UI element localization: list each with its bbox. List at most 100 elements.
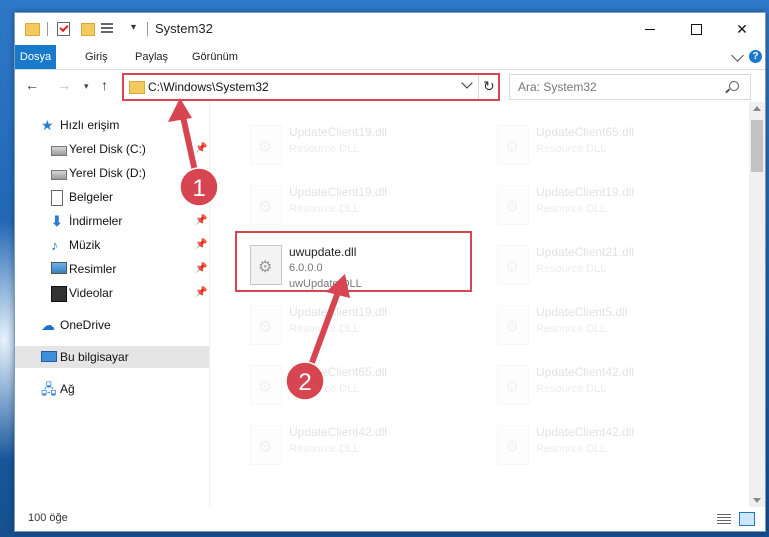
navigation-pane: ★ Hızlı erişim Yerel Disk (C:) 📌 Yerel D… [15,102,210,507]
file-item-uwupdate[interactable]: uwupdate.dll 6.0.0.0 uwUpdate DLL [240,240,480,292]
nav-item-music[interactable]: ♪ Müzik 📌 [15,234,209,256]
dll-file-icon [250,305,282,345]
nav-label: İndirmeler [69,214,123,228]
scrollbar-thumb[interactable] [751,120,763,172]
file-item[interactable]: UpdateClient19.dll Resource DLL [487,180,727,232]
nav-item-videos[interactable]: Videolar 📌 [15,282,209,304]
nav-item-documents[interactable]: Belgeler 📌 [15,186,209,208]
back-arrow-icon[interactable]: ← [25,77,39,93]
file-description: Resource DLL [536,443,607,455]
file-item[interactable]: UpdateClient65.dll Resource DLL [240,360,480,412]
file-item[interactable]: UpdateClient19.dll Resource DLL [240,120,480,172]
file-name: UpdateClient42.dll [536,365,635,379]
address-divider [478,75,479,99]
recent-locations-chevron-icon[interactable]: ▾ [84,81,89,92]
refresh-icon[interactable]: ↻ [483,78,495,95]
tab-share[interactable]: Paylaş [127,45,176,69]
forward-arrow-icon[interactable]: → [57,77,71,93]
tab-home[interactable]: Giriş [77,45,116,69]
pin-icon: 📌 [195,263,208,274]
dll-file-icon [497,185,529,225]
tab-file[interactable]: Dosya [15,45,56,69]
computer-icon [41,351,57,362]
minimize-button[interactable] [627,13,673,45]
file-item[interactable]: UpdateClient19.dll Resource DLL [240,180,480,232]
search-input[interactable]: Ara: System32 [509,74,751,100]
scroll-down-arrow-icon[interactable] [753,498,761,503]
dll-file-icon [250,245,282,285]
nav-item-drive-c[interactable]: Yerel Disk (C:) 📌 [15,138,209,160]
file-item[interactable]: UpdateClient42.dll Resource DLL [240,420,480,472]
nav-quick-access[interactable]: ★ Hızlı erişim [15,114,209,136]
file-description: Resource DLL [536,323,607,335]
dll-file-icon [497,305,529,345]
videos-icon [51,286,67,302]
file-description: Resource DLL [289,383,360,395]
file-description: Resource DLL [289,323,360,335]
file-description: Resource DLL [289,143,360,155]
nav-item-pictures[interactable]: Resimler 📌 [15,258,209,280]
nav-item-network[interactable]: 🖧 Ağ [15,378,209,400]
file-name: UpdateClient19.dll [289,125,388,139]
file-name: uwupdate.dll [289,245,357,259]
search-icon[interactable] [729,81,739,91]
file-name: UpdateClient65.dll [289,365,388,379]
details-view-icon[interactable] [717,514,731,524]
expand-ribbon-chevron-icon[interactable] [731,49,744,62]
pin-icon: 📌 [195,143,208,154]
nav-item-downloads[interactable]: ⬇ İndirmeler 📌 [15,210,209,232]
nav-item-drive-d[interactable]: Yerel Disk (D:) [15,162,209,184]
pin-icon: 📌 [195,287,208,298]
file-explorer-window: ▾ System32 ✕ Dosya Giriş Paylaş Görünüm … [14,12,766,532]
folder-icon [129,81,145,94]
tab-view[interactable]: Görünüm [184,45,246,69]
file-item[interactable]: UpdateClient65.dll Resource DLL [487,120,727,172]
file-description: Resource DLL [536,143,607,155]
file-description: Resource DLL [289,203,360,215]
nav-item-this-pc[interactable]: Bu bilgisayar [15,346,209,368]
file-item[interactable]: UpdateClient42.dll Resource DLL [487,360,727,412]
file-description: Resource DLL [289,443,360,455]
file-name: UpdateClient21.dll [536,245,635,259]
file-name: UpdateClient65.dll [536,125,635,139]
window-title: System32 [155,21,213,36]
file-description: Resource DLL [536,383,607,395]
maximize-button[interactable] [673,13,719,45]
downloads-icon: ⬇ [51,213,63,229]
search-placeholder: Ara: System32 [518,80,597,94]
file-name: UpdateClient42.dll [289,425,388,439]
address-path[interactable]: C:\Windows\System32 [148,80,269,94]
file-item[interactable]: UpdateClient5.dll Resource DLL [487,300,727,352]
close-button[interactable]: ✕ [719,13,765,45]
file-description: Resource DLL [536,203,607,215]
folder-icon[interactable] [25,23,40,36]
nav-label: OneDrive [60,318,111,332]
address-bar[interactable]: C:\Windows\System32 ↻ [122,74,500,100]
nav-item-onedrive[interactable]: ☁ OneDrive [15,314,209,336]
pictures-icon [51,262,67,274]
properties-check-icon[interactable] [57,22,70,36]
pin-icon: 📌 [195,191,208,202]
new-folder-icon[interactable] [81,23,95,36]
address-dropdown-chevron-icon[interactable] [461,77,473,89]
nav-label: Ağ [60,382,75,396]
file-name: UpdateClient5.dll [536,305,628,319]
dll-file-icon [497,125,529,165]
customize-toolbar-arrow-icon[interactable]: ▾ [131,22,136,33]
file-item[interactable]: UpdateClient19.dll Resource DLL [240,300,480,352]
file-item[interactable]: UpdateClient42.dll Resource DLL [487,420,727,472]
file-description: uwUpdate DLL [289,278,362,290]
pin-icon: 📌 [195,215,208,226]
vertical-scrollbar[interactable] [749,102,765,507]
dll-file-icon [497,365,529,405]
dll-file-icon [497,425,529,465]
up-arrow-icon[interactable]: ↑ [101,77,108,93]
help-icon[interactable]: ? [749,50,762,63]
dll-file-icon [250,425,282,465]
properties-icon[interactable] [101,23,113,34]
large-icons-view-icon[interactable] [739,512,755,526]
file-description: Resource DLL [536,263,607,275]
scroll-up-arrow-icon[interactable] [753,106,761,111]
file-item[interactable]: UpdateClient21.dll Resource DLL [487,240,727,292]
dll-file-icon [250,125,282,165]
